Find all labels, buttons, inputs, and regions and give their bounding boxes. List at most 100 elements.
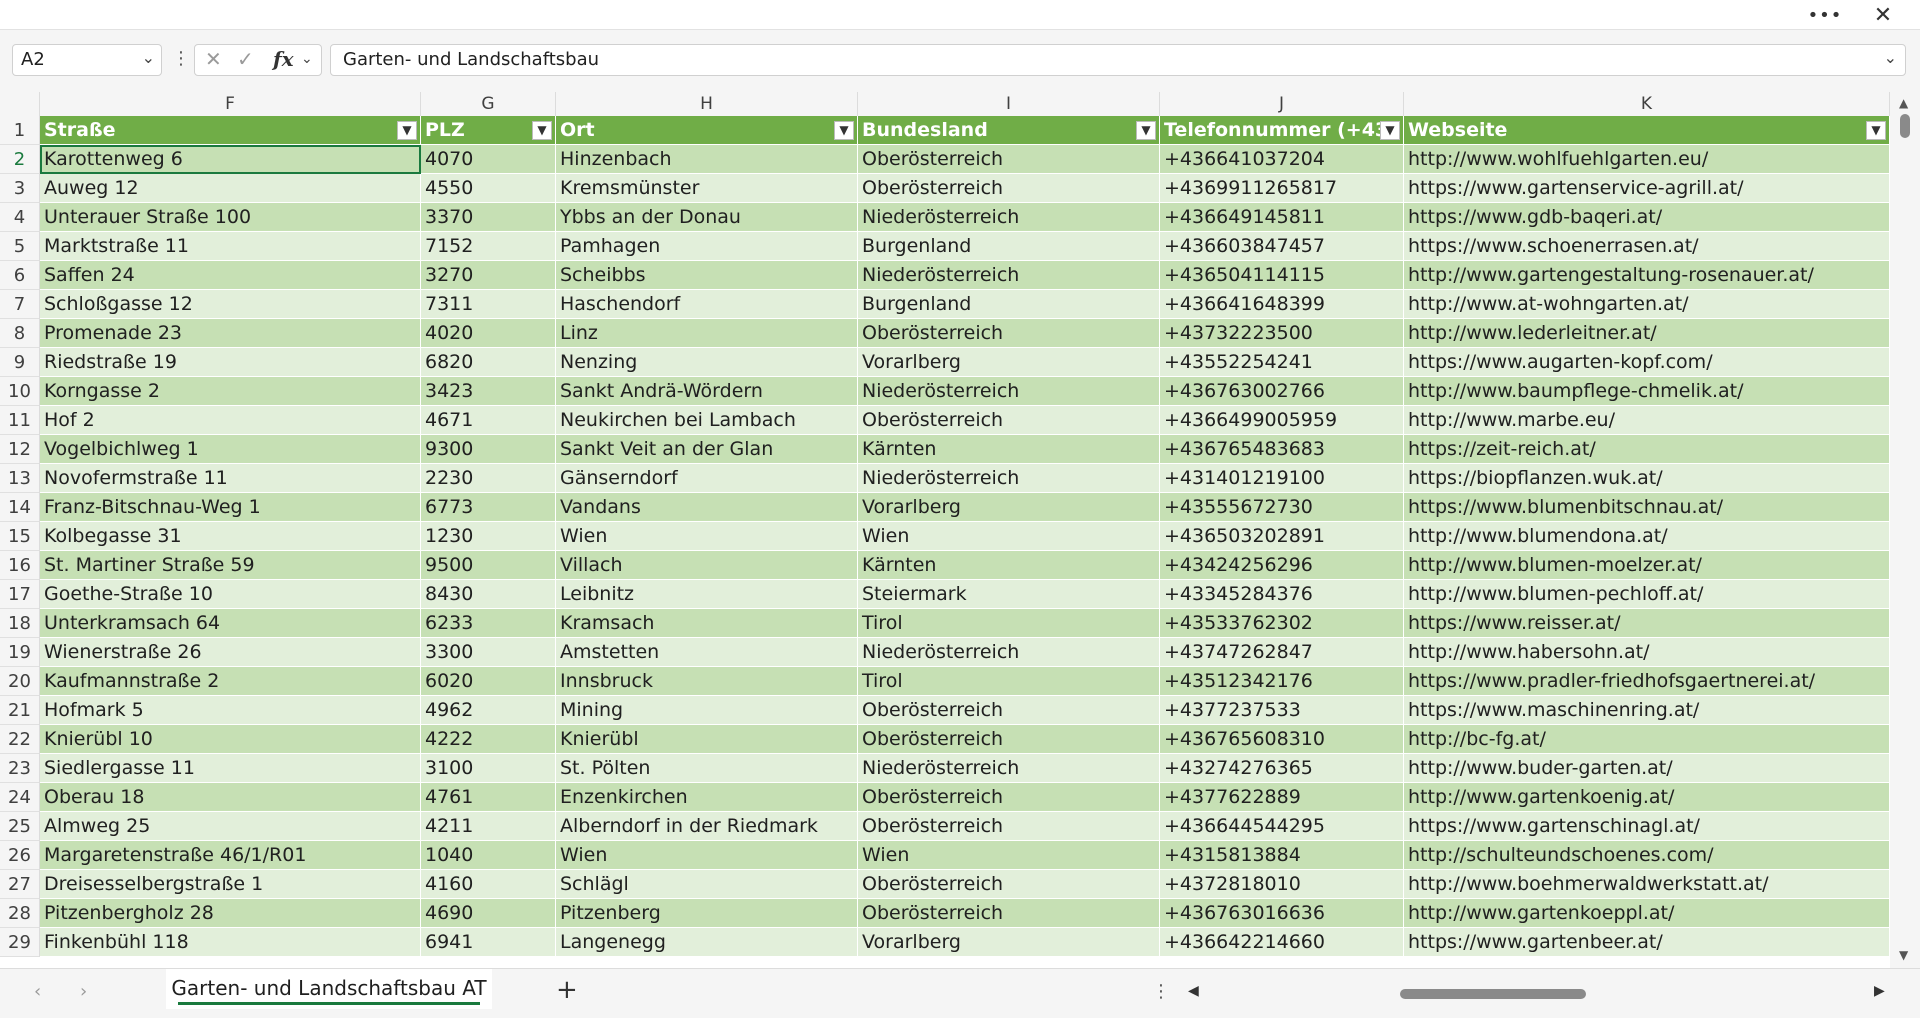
table-cell[interactable]: Kaufmannstraße 2 [40, 667, 421, 696]
table-cell[interactable]: Knierübl [556, 725, 858, 754]
table-cell[interactable]: Margaretenstraße 46/1/R01 [40, 841, 421, 870]
table-cell[interactable]: +4366499005959 [1160, 406, 1404, 435]
scroll-down-icon[interactable]: ▼ [1899, 948, 1908, 962]
table-cell[interactable]: 1040 [421, 841, 556, 870]
row-number[interactable]: 3 [0, 174, 40, 203]
table-cell[interactable]: Promenade 23 [40, 319, 421, 348]
table-cell[interactable]: Vorarlberg [858, 493, 1160, 522]
table-cell[interactable]: +4369911265817 [1160, 174, 1404, 203]
table-cell[interactable]: Oberösterreich [858, 870, 1160, 899]
formula-input[interactable]: Garten- und Landschaftsbau ⌄ [330, 44, 1906, 76]
column-header-g[interactable]: G [421, 92, 556, 116]
table-cell[interactable]: Kärnten [858, 435, 1160, 464]
table-cell[interactable]: Goethe-Straße 10 [40, 580, 421, 609]
row-number[interactable]: 1 [0, 116, 40, 145]
table-cell[interactable]: Niederösterreich [858, 638, 1160, 667]
table-cell[interactable]: Mining [556, 696, 858, 725]
spreadsheet-grid[interactable]: F G H I J K 1 Straße ▼ PLZ ▼ Ort ▼ Bundesland ▼ Telefon… [0, 92, 1890, 968]
table-cell[interactable]: Korngasse 2 [40, 377, 421, 406]
table-cell[interactable]: Oberösterreich [858, 319, 1160, 348]
table-cell[interactable]: http://www.boehmerwaldwerkstatt.at/ [1404, 870, 1890, 899]
row-number[interactable]: 12 [0, 435, 40, 464]
row-number[interactable]: 19 [0, 638, 40, 667]
table-cell[interactable]: Enzenkirchen [556, 783, 858, 812]
table-cell[interactable]: Vandans [556, 493, 858, 522]
close-icon[interactable]: ✕ [1860, 0, 1906, 30]
table-cell[interactable]: 3300 [421, 638, 556, 667]
table-cell[interactable]: +436763016636 [1160, 899, 1404, 928]
more-vertical-icon[interactable]: ⋮ [1152, 981, 1170, 1002]
table-cell[interactable]: 4761 [421, 783, 556, 812]
table-cell[interactable]: +431401219100 [1160, 464, 1404, 493]
table-cell[interactable]: http://www.blumen-moelzer.at/ [1404, 551, 1890, 580]
chevron-left-icon[interactable]: ‹ [34, 981, 41, 1002]
table-cell[interactable]: Vorarlberg [858, 928, 1160, 957]
table-cell[interactable]: 6233 [421, 609, 556, 638]
table-cell[interactable]: Kramsach [556, 609, 858, 638]
header-cell[interactable]: Telefonnummer (+43) ▼ [1160, 116, 1404, 145]
table-cell[interactable]: 3270 [421, 261, 556, 290]
table-cell[interactable]: Burgenland [858, 290, 1160, 319]
table-cell[interactable]: Vogelbichlweg 1 [40, 435, 421, 464]
table-cell[interactable]: Pitzenbergholz 28 [40, 899, 421, 928]
table-cell[interactable]: Sankt Veit an der Glan [556, 435, 858, 464]
table-cell[interactable]: http://www.gartengestaltung-rosenauer.at… [1404, 261, 1890, 290]
table-cell[interactable]: 8430 [421, 580, 556, 609]
table-cell[interactable]: Niederösterreich [858, 261, 1160, 290]
select-all-corner[interactable] [0, 92, 40, 116]
table-cell[interactable]: +436504114115 [1160, 261, 1404, 290]
table-cell[interactable]: 6020 [421, 667, 556, 696]
table-cell[interactable]: http://www.gartenkoenig.at/ [1404, 783, 1890, 812]
table-cell[interactable]: http://www.baumpflege-chmelik.at/ [1404, 377, 1890, 406]
table-cell[interactable]: +43512342176 [1160, 667, 1404, 696]
row-number[interactable]: 8 [0, 319, 40, 348]
table-cell[interactable]: Wienerstraße 26 [40, 638, 421, 667]
table-cell[interactable]: 3100 [421, 754, 556, 783]
table-cell[interactable]: Dreisesselbergstraße 1 [40, 870, 421, 899]
table-cell[interactable]: Knierübl 10 [40, 725, 421, 754]
row-number[interactable]: 20 [0, 667, 40, 696]
table-cell[interactable]: Gänserndorf [556, 464, 858, 493]
row-number[interactable]: 25 [0, 812, 40, 841]
column-header-f[interactable]: F [40, 92, 421, 116]
header-cell[interactable]: Webseite ▼ [1404, 116, 1890, 145]
row-number[interactable]: 24 [0, 783, 40, 812]
table-cell[interactable]: +43732223500 [1160, 319, 1404, 348]
filter-dropdown-icon[interactable]: ▼ [1380, 121, 1400, 140]
chevron-down-icon[interactable]: ⌄ [301, 51, 313, 67]
table-cell[interactable]: 4550 [421, 174, 556, 203]
table-cell[interactable]: 6820 [421, 348, 556, 377]
table-cell[interactable]: https://www.maschinenring.at/ [1404, 696, 1890, 725]
table-cell[interactable]: Wien [556, 522, 858, 551]
horizontal-scroll-thumb[interactable] [1400, 989, 1586, 999]
table-cell[interactable]: Villach [556, 551, 858, 580]
table-cell[interactable]: Finkenbühl 118 [40, 928, 421, 957]
filter-dropdown-icon[interactable]: ▼ [834, 121, 854, 140]
table-cell[interactable]: Hinzenbach [556, 145, 858, 174]
filter-dropdown-icon[interactable]: ▼ [1136, 121, 1156, 140]
row-number[interactable]: 15 [0, 522, 40, 551]
table-cell[interactable]: Hof 2 [40, 406, 421, 435]
table-cell[interactable]: Scheibbs [556, 261, 858, 290]
row-number[interactable]: 9 [0, 348, 40, 377]
row-number[interactable]: 22 [0, 725, 40, 754]
table-cell[interactable]: +43747262847 [1160, 638, 1404, 667]
more-vertical-icon[interactable]: ⋮ [172, 48, 190, 69]
table-cell[interactable]: https://www.gdb-baqeri.at/ [1404, 203, 1890, 232]
table-cell[interactable]: +43345284376 [1160, 580, 1404, 609]
row-number[interactable]: 28 [0, 899, 40, 928]
header-cell[interactable]: Straße ▼ [40, 116, 421, 145]
table-cell[interactable]: 3423 [421, 377, 556, 406]
table-cell[interactable]: https://www.schoenerrasen.at/ [1404, 232, 1890, 261]
header-cell[interactable]: Bundesland ▼ [858, 116, 1160, 145]
table-cell[interactable]: +436642214660 [1160, 928, 1404, 957]
table-cell[interactable]: 9500 [421, 551, 556, 580]
table-cell[interactable]: +43552254241 [1160, 348, 1404, 377]
function-icon[interactable]: fx [273, 47, 294, 71]
table-cell[interactable]: Oberösterreich [858, 725, 1160, 754]
table-cell[interactable]: +4377622889 [1160, 783, 1404, 812]
row-number[interactable]: 14 [0, 493, 40, 522]
table-cell[interactable]: Oberau 18 [40, 783, 421, 812]
table-cell[interactable]: Almweg 25 [40, 812, 421, 841]
scroll-right-icon[interactable]: ▶ [1874, 983, 1885, 999]
